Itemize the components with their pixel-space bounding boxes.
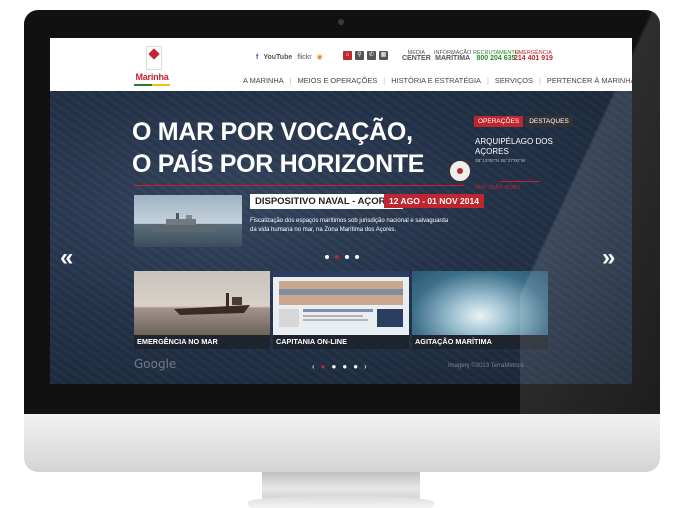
rss-icon[interactable]: ◉ xyxy=(317,53,323,61)
pagination-dot[interactable]: ● xyxy=(342,363,347,371)
cards-pagination: ‹ ● ● ● ● › xyxy=(312,363,367,371)
monitor-chin xyxy=(24,414,660,472)
logo-text: Marinha xyxy=(135,72,169,82)
headline-line2: O PAÍS POR HORIZONTE xyxy=(132,150,425,178)
search-icon[interactable]: ⚲ xyxy=(355,51,364,60)
pagination-dot[interactable] xyxy=(355,255,359,259)
location-dial-icon[interactable] xyxy=(448,159,472,183)
quick-link-line2: MARÍTIMA xyxy=(435,55,471,62)
ship-silhouette-icon xyxy=(500,173,540,182)
panel-title: ARQUIPÉLAGO DOS AÇORES xyxy=(475,137,553,156)
map-brand: Google xyxy=(134,357,177,371)
card-image xyxy=(273,271,409,335)
hero-headline: O MAR POR VOCAÇÃO, O PAÍS POR HORIZONTE xyxy=(132,116,424,180)
nav-separator: | xyxy=(538,76,541,85)
home-icon[interactable]: ⌂ xyxy=(343,51,352,60)
facebook-icon[interactable]: f xyxy=(256,54,258,61)
nav-separator: | xyxy=(383,76,386,85)
quick-link-line2: CENTER xyxy=(402,55,431,62)
stranded-ship-icon xyxy=(174,293,250,315)
highlight-cards: EMERGÊNCIA NO MAR CAPITANIA ON-LINE AGIT… xyxy=(134,271,548,349)
monitor-stand-base xyxy=(248,496,434,508)
main-navigation: A MARINHA | MEIOS E OPERAÇÕES | HISTÓRIA… xyxy=(242,76,632,85)
quick-link-emergencia[interactable]: EMERGÊNCIA 214 401 919 xyxy=(514,50,553,62)
next-arrow-icon[interactable]: » xyxy=(602,246,615,270)
pagination-dot[interactable]: ● xyxy=(332,363,337,371)
quick-link-recrutamento[interactable]: RECRUTAMENTO 800 204 635 xyxy=(473,50,519,62)
quick-link-line2: 214 401 919 xyxy=(514,55,553,62)
imagery-credit: Imagery ©2013 TerraMetrics xyxy=(448,363,524,369)
feature-date: 12 AGO - 01 NOV 2014 xyxy=(384,194,484,208)
nav-item-servicos[interactable]: SERVIÇOS xyxy=(494,76,534,85)
panel-ship-name[interactable]: NRP JOÃO ROBY xyxy=(475,185,520,191)
card-emergencia-no-mar[interactable]: EMERGÊNCIA NO MAR xyxy=(134,271,270,349)
card-label: CAPITANIA ON-LINE xyxy=(273,335,409,349)
panel-coordinates: 38°13'00"N 26°37'00"W xyxy=(475,159,526,164)
social-links: f YouTube flickr ◉ xyxy=(256,53,323,62)
warship-icon xyxy=(146,213,224,232)
nav-item-pertencer-a-marinha[interactable]: PERTENCER À MARINHA xyxy=(546,76,632,85)
map-icon[interactable]: ▦ xyxy=(379,51,388,60)
card-label: AGITAÇÃO MARÍTIMA xyxy=(412,335,548,349)
flickr-icon[interactable]: flickr xyxy=(297,54,311,61)
pagination-dot[interactable] xyxy=(345,255,349,259)
feature-description: Fiscalização dos espaços marítimos sob j… xyxy=(250,218,449,233)
website-screen: Marinha f YouTube flickr ◉ ⌂ ⚲ ✆ ▦ MEDIA… xyxy=(50,38,632,384)
chevron-right-icon[interactable]: › xyxy=(364,363,367,371)
card-label: EMERGÊNCIA NO MAR xyxy=(134,335,270,349)
card-capitania-on-line[interactable]: CAPITANIA ON-LINE xyxy=(273,271,409,349)
navy-emblem-icon xyxy=(146,46,162,70)
pagination-dot[interactable]: ● xyxy=(353,363,358,371)
website-thumbnail-icon xyxy=(273,271,409,327)
headline-divider xyxy=(134,185,464,186)
site-logo[interactable]: Marinha xyxy=(130,44,174,88)
quick-link-line2: 800 204 635 xyxy=(476,55,516,62)
nav-item-meios-e-operacoes[interactable]: MEIOS E OPERAÇÕES xyxy=(297,76,379,85)
card-image xyxy=(412,271,548,335)
card-agitacao-maritima[interactable]: AGITAÇÃO MARÍTIMA xyxy=(412,271,548,349)
pagination-dot[interactable] xyxy=(325,255,329,259)
tab-destaques[interactable]: DESTAQUES xyxy=(525,116,573,127)
quick-link-media-center[interactable]: MEDIA CENTER xyxy=(402,50,431,62)
tab-operacoes[interactable]: OPERAÇÕES xyxy=(474,116,524,127)
feature-pagination xyxy=(325,255,359,259)
previous-arrow-icon[interactable]: « xyxy=(60,246,73,270)
pagination-dot-active[interactable] xyxy=(335,255,339,259)
nav-item-historia-e-estrategia[interactable]: HISTÓRIA E ESTRATÉGIA xyxy=(390,76,482,85)
nav-separator: | xyxy=(289,76,292,85)
nav-separator: | xyxy=(487,76,489,85)
feature-ship-image[interactable] xyxy=(134,195,242,247)
pagination-dot-active[interactable]: ● xyxy=(321,363,326,371)
header-tools: ⌂ ⚲ ✆ ▦ xyxy=(343,51,388,60)
headline-line1: O MAR POR VOCAÇÃO, xyxy=(132,118,413,146)
info-tabs: OPERAÇÕES DESTAQUES xyxy=(474,116,573,127)
quick-link-informacao-maritima[interactable]: INFORMAÇÃO MARÍTIMA xyxy=(434,50,471,62)
card-image xyxy=(134,271,270,335)
logo-flag-stripe xyxy=(134,84,170,86)
site-header: Marinha f YouTube flickr ◉ ⌂ ⚲ ✆ ▦ MEDIA… xyxy=(50,38,632,91)
camera-icon xyxy=(338,19,344,25)
hero-section: O MAR POR VOCAÇÃO, O PAÍS POR HORIZONTE … xyxy=(50,91,632,384)
chevron-left-icon[interactable]: ‹ xyxy=(312,363,315,371)
youtube-icon[interactable]: YouTube xyxy=(263,54,292,61)
nav-item-a-marinha[interactable]: A MARINHA xyxy=(242,76,285,85)
phone-icon[interactable]: ✆ xyxy=(367,51,376,60)
feature-title[interactable]: DISPOSITIVO NAVAL - AÇORES xyxy=(250,194,404,209)
